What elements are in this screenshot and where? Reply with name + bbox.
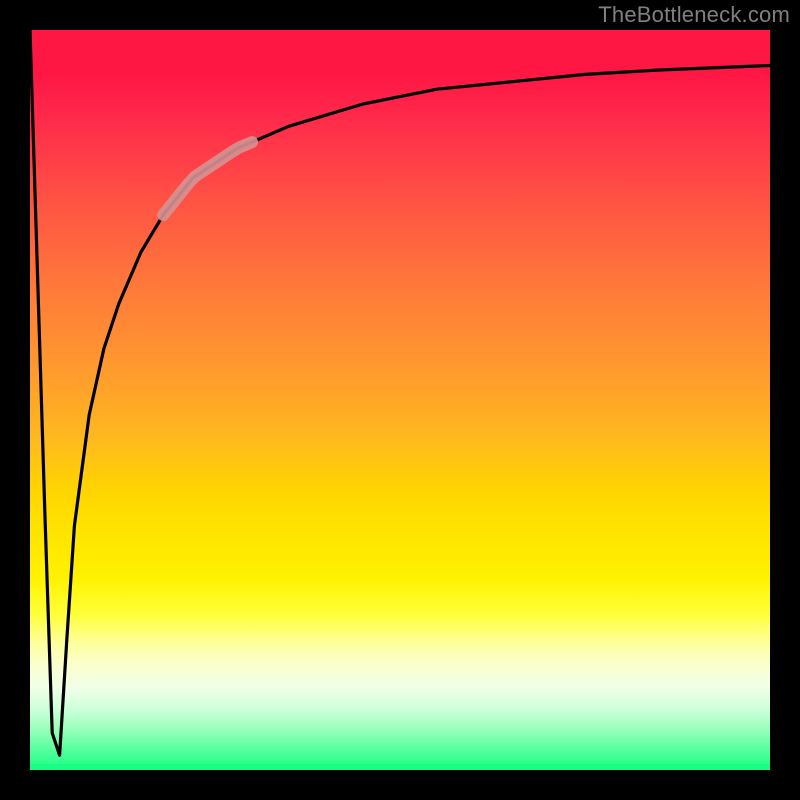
highlight-segment: [163, 142, 252, 215]
curve-svg: [30, 30, 770, 770]
attribution-text: TheBottleneck.com: [598, 2, 790, 28]
bottleneck-curve: [30, 30, 770, 755]
chart-frame: TheBottleneck.com: [0, 0, 800, 800]
plot-area: [30, 30, 770, 770]
baseline-strip: [30, 764, 770, 770]
